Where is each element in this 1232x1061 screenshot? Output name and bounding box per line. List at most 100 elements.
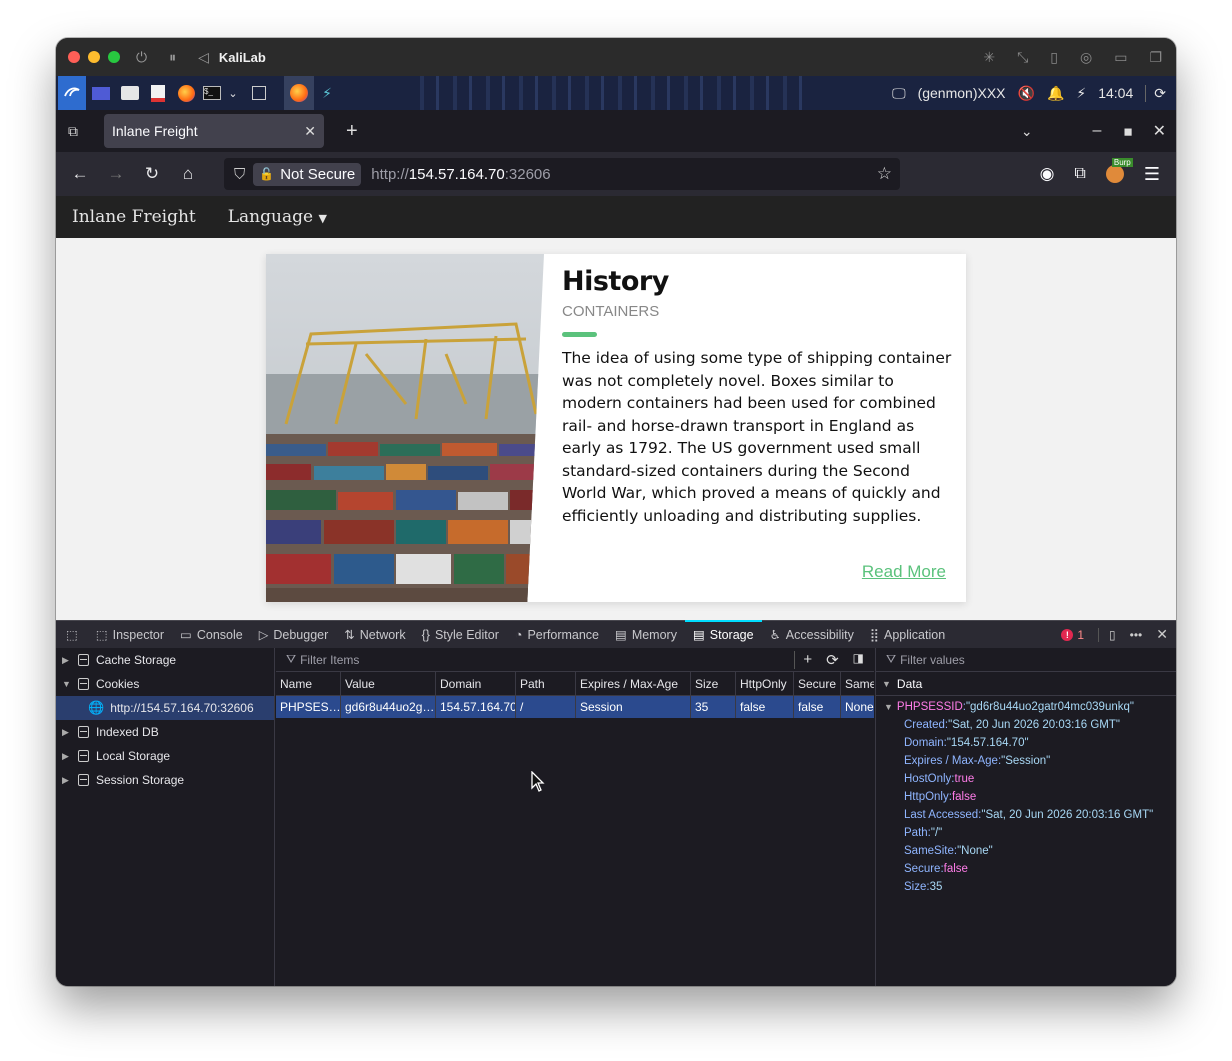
col-path[interactable]: Path xyxy=(516,672,576,695)
power-icon[interactable]: ⏻ xyxy=(136,49,147,66)
burp-task-icon[interactable]: ⚡ xyxy=(314,76,340,110)
col-httponly[interactable]: HttpOnly xyxy=(736,672,794,695)
new-tab-button[interactable]: + xyxy=(346,120,358,143)
close-tab-icon[interactable]: ✕ xyxy=(304,123,316,140)
detail-row[interactable]: Domain:"154.57.164.70" xyxy=(876,734,1176,752)
minimize-window-button[interactable] xyxy=(88,51,100,63)
back-triangle-icon[interactable]: ◁ xyxy=(198,49,209,66)
tree-indexed-db[interactable]: ▶ Indexed DB xyxy=(56,720,274,744)
cookie-root-node[interactable]: ▼ PHPSESSID:"gd6r8u44uo2gatr04mc039unkq" xyxy=(876,698,1176,716)
cell-httponly[interactable]: false xyxy=(736,696,794,718)
detail-row[interactable]: SameSite:"None" xyxy=(876,842,1176,860)
cell-value[interactable]: gd6r8u44uo2g… xyxy=(341,696,436,718)
chevron-down-icon[interactable]: ⌄ xyxy=(224,76,242,110)
detail-row[interactable]: Last Accessed:"Sat, 20 Jun 2026 20:03:16… xyxy=(876,806,1176,824)
mute-icon[interactable]: 🔇 xyxy=(1018,85,1035,102)
cell-size[interactable]: 35 xyxy=(691,696,736,718)
url-text[interactable]: http://154.57.164.70:32606 xyxy=(371,166,550,183)
cell-expires[interactable]: Session xyxy=(576,696,691,718)
more-options-icon[interactable]: ••• xyxy=(1130,628,1143,642)
detail-row[interactable]: Secure:false xyxy=(876,860,1176,878)
refresh-session-icon[interactable]: ⟳ xyxy=(1145,84,1166,102)
bookmark-star-icon[interactable]: ☆ xyxy=(877,164,892,184)
file-manager-icon[interactable] xyxy=(116,76,144,110)
site-brand[interactable]: Inlane Freight xyxy=(72,207,196,227)
col-domain[interactable]: Domain xyxy=(436,672,516,695)
burp-extension-icon[interactable]: Burp xyxy=(1105,158,1133,183)
tab-application[interactable]: ⣿ Application xyxy=(862,621,953,649)
col-value[interactable]: Value xyxy=(341,672,436,695)
extensions-icon[interactable]: ⧉ xyxy=(1074,165,1085,183)
filter-items-input[interactable]: ⛛ Filter Items + ⟳ ◨ xyxy=(276,648,874,672)
tab-inlane-freight[interactable]: Inlane Freight ✕ xyxy=(104,114,324,148)
close-devtools-icon[interactable]: ✕ xyxy=(1156,626,1168,643)
col-size[interactable]: Size xyxy=(691,672,736,695)
clock[interactable]: 14:04 xyxy=(1098,85,1133,101)
tree-session-storage[interactable]: ▶ Session Storage xyxy=(56,768,274,792)
element-picker-icon[interactable]: ⬚ xyxy=(56,621,88,649)
close-window-button[interactable] xyxy=(68,51,80,63)
desktop-icon[interactable] xyxy=(86,76,116,110)
notification-bell-icon[interactable]: 🔔 xyxy=(1047,85,1064,102)
language-dropdown[interactable]: Language ▼ xyxy=(228,207,327,227)
responsive-mode-icon[interactable]: ▯ xyxy=(1098,627,1116,642)
tree-cache-storage[interactable]: ▶ Cache Storage xyxy=(56,648,274,672)
workspace-switcher[interactable] xyxy=(242,76,276,110)
firefox-launcher-icon[interactable] xyxy=(172,76,200,110)
back-icon[interactable]: ← xyxy=(62,164,98,184)
maximize-browser-button[interactable]: ◼ xyxy=(1123,125,1132,138)
minimize-browser-button[interactable]: – xyxy=(1093,122,1102,140)
tab-inspector[interactable]: ⬚ Inspector xyxy=(88,621,172,649)
cell-path[interactable]: / xyxy=(516,696,576,718)
network-icon[interactable]: ◎ xyxy=(1080,49,1092,66)
account-icon[interactable]: ◉ xyxy=(1040,164,1055,184)
reload-icon[interactable]: ↻ xyxy=(134,164,170,184)
toggle-sidebar-icon[interactable]: ◨ xyxy=(853,651,864,669)
tab-accessibility[interactable]: ♿ Accessibility xyxy=(762,621,862,649)
tab-performance[interactable]: ◔ Performance xyxy=(507,621,607,649)
tab-network[interactable]: ⇅ Network xyxy=(336,621,413,649)
detail-row[interactable]: Size:35 xyxy=(876,878,1176,896)
usb-icon[interactable]: ▯ xyxy=(1050,49,1058,66)
text-editor-icon[interactable] xyxy=(144,76,172,110)
monitor-icon[interactable]: 🖵 xyxy=(892,85,906,102)
data-section-header[interactable]: ▼ Data xyxy=(876,672,1176,696)
terminal-icon[interactable]: $_ xyxy=(200,76,224,110)
error-count-badge[interactable]: ! 1 xyxy=(1061,628,1084,642)
col-expires[interactable]: Expires / Max-Age xyxy=(576,672,691,695)
home-icon[interactable]: ⌂ xyxy=(170,164,206,184)
detail-row[interactable]: Path:"/" xyxy=(876,824,1176,842)
table-row[interactable]: PHPSES… gd6r8u44uo2g… 154.57.164.70 / Se… xyxy=(276,696,874,718)
cell-name[interactable]: PHPSES… xyxy=(276,696,341,718)
tree-cookie-host[interactable]: 🌐 http://154.57.164.70:32606 xyxy=(56,696,274,720)
close-browser-button[interactable]: ✕ xyxy=(1153,121,1166,141)
genmon-user[interactable]: (genmon)XXX xyxy=(918,85,1006,101)
tab-style-editor[interactable]: {} Style Editor xyxy=(414,621,507,649)
tab-overview-icon[interactable]: ⧉ xyxy=(68,123,78,140)
not-secure-indicator[interactable]: 🔓 Not Secure xyxy=(253,162,362,186)
tab-debugger[interactable]: ▷ Debugger xyxy=(251,621,337,649)
firefox-task-icon[interactable] xyxy=(284,76,314,110)
col-samesite[interactable]: Same xyxy=(841,672,874,695)
read-more-link[interactable]: Read More xyxy=(862,562,946,582)
windows-icon[interactable]: ❐ xyxy=(1149,49,1162,66)
tree-local-storage[interactable]: ▶ Local Storage xyxy=(56,744,274,768)
tab-console[interactable]: ▭ Console xyxy=(172,621,251,649)
cell-samesite[interactable]: None xyxy=(841,696,874,718)
refresh-icon[interactable]: ⟳ xyxy=(826,651,839,669)
col-secure[interactable]: Secure xyxy=(794,672,841,695)
tab-storage[interactable]: ▤ Storage xyxy=(684,619,762,649)
maximize-window-button[interactable] xyxy=(108,51,120,63)
col-name[interactable]: Name xyxy=(276,672,341,695)
filter-values-input[interactable]: ⛛ Filter values xyxy=(876,648,1176,672)
detail-row[interactable]: Created:"Sat, 20 Jun 2026 20:03:16 GMT" xyxy=(876,716,1176,734)
pause-icon[interactable]: ⏸ xyxy=(169,49,176,66)
tree-cookies[interactable]: ▼ Cookies xyxy=(56,672,274,696)
power-status-icon[interactable]: ⚡ xyxy=(1076,85,1086,102)
cell-domain[interactable]: 154.57.164.70 xyxy=(436,696,516,718)
forward-icon[interactable]: → xyxy=(98,164,134,184)
address-bar[interactable]: ⛉ 🔓 Not Secure http://154.57.164.70:3260… xyxy=(224,158,900,190)
add-item-icon[interactable]: + xyxy=(794,650,812,669)
kali-menu-icon[interactable] xyxy=(58,76,86,110)
resize-icon[interactable]: ⤡ xyxy=(1017,49,1028,66)
